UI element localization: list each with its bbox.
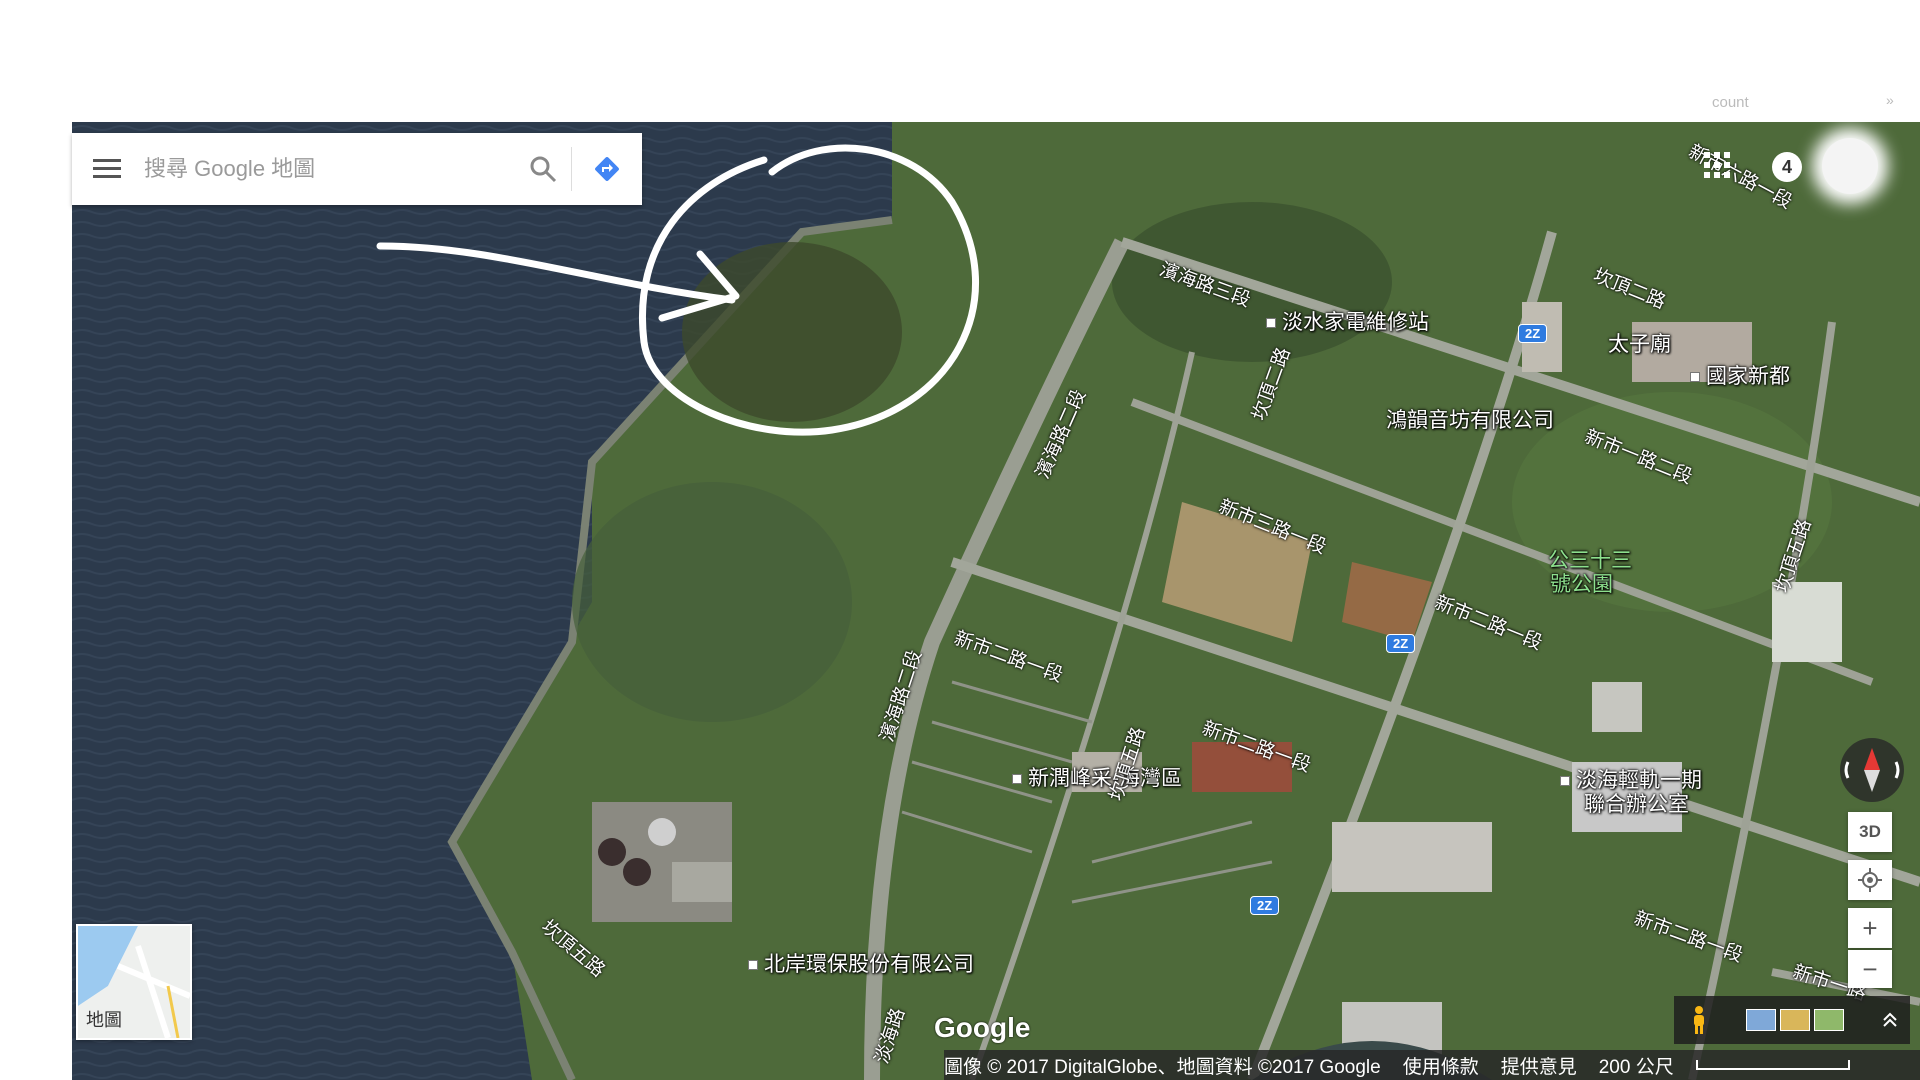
map-imagery bbox=[72, 122, 1920, 1080]
terms-link[interactable]: 使用條款 bbox=[1403, 1052, 1479, 1079]
search-box bbox=[72, 133, 642, 205]
layers-panel bbox=[1674, 996, 1910, 1044]
place-label[interactable]: 太子廟 bbox=[1608, 328, 1671, 358]
place-label[interactable]: 鴻韻音坊有限公司 bbox=[1386, 404, 1554, 434]
avatar[interactable] bbox=[1822, 138, 1878, 194]
layer-thumbnail[interactable] bbox=[1780, 1009, 1810, 1031]
compass-button[interactable] bbox=[1840, 738, 1904, 802]
apps-button[interactable] bbox=[1704, 152, 1730, 183]
expand-button[interactable] bbox=[1870, 1011, 1910, 1029]
my-location-icon bbox=[1858, 868, 1882, 892]
route-shield: 2Z bbox=[1250, 896, 1280, 915]
zoom-out-button[interactable]: − bbox=[1848, 950, 1892, 988]
map-type-toggle[interactable]: 地圖 bbox=[76, 924, 192, 1040]
menu-button[interactable] bbox=[72, 133, 142, 205]
satellite-map[interactable]: 淡水家電維修站 太子廟 國家新都 鴻韻音坊有限公司 公三十三 號公園 新潤峰采-… bbox=[72, 122, 1920, 1080]
search-icon bbox=[530, 156, 557, 183]
scale-bar bbox=[1695, 1060, 1850, 1070]
search-input[interactable] bbox=[142, 148, 515, 190]
chevron-up-icon bbox=[1883, 1012, 1897, 1027]
place-label[interactable]: 聯合辦公室 bbox=[1584, 788, 1689, 818]
directions-icon bbox=[595, 157, 619, 181]
account-text: count bbox=[1712, 94, 1749, 111]
zoom-in-button[interactable]: + bbox=[1848, 908, 1892, 948]
layer-thumbnail[interactable] bbox=[1814, 1009, 1844, 1031]
compass-icon bbox=[1844, 748, 1900, 792]
menu-icon bbox=[93, 159, 121, 178]
place-label[interactable]: 新潤峰采-海灣區 bbox=[1012, 762, 1182, 792]
scale-label[interactable]: 200 公尺 bbox=[1599, 1052, 1674, 1079]
pegman-icon bbox=[1694, 1006, 1704, 1034]
google-logo: Google bbox=[934, 1012, 1031, 1043]
place-label[interactable]: 北岸環保股份有限公司 bbox=[748, 948, 974, 978]
my-location-button[interactable] bbox=[1848, 860, 1892, 900]
3d-button[interactable]: 3D bbox=[1848, 812, 1892, 852]
park-label[interactable]: 號公園 bbox=[1550, 568, 1613, 598]
page-top-blank bbox=[0, 0, 1920, 122]
notification-badge[interactable]: 4 bbox=[1772, 152, 1802, 182]
directions-button[interactable] bbox=[572, 133, 642, 205]
route-shield: 2Z bbox=[1386, 634, 1416, 653]
page-left-blank bbox=[0, 0, 72, 1080]
route-shield: 2Z bbox=[1518, 324, 1548, 343]
imagery-credit: 圖像 © 2017 DigitalGlobe、地圖資料 ©2017 Google bbox=[944, 1056, 1381, 1078]
place-label[interactable]: 國家新都 bbox=[1690, 360, 1790, 390]
minimap-label: 地圖 bbox=[86, 1010, 122, 1030]
pegman-button[interactable] bbox=[1674, 1005, 1724, 1035]
apps-grid-icon bbox=[1704, 152, 1730, 178]
layer-thumbnail[interactable] bbox=[1746, 1009, 1776, 1031]
feedback-link[interactable]: 提供意見 bbox=[1501, 1052, 1577, 1079]
attribution-bar: 圖像 © 2017 DigitalGlobe、地圖資料 ©2017 Google… bbox=[944, 1050, 1920, 1080]
search-button[interactable] bbox=[515, 133, 571, 205]
chevron-right-icon: » bbox=[1886, 92, 1894, 108]
place-label[interactable]: 淡水家電維修站 bbox=[1266, 306, 1429, 336]
